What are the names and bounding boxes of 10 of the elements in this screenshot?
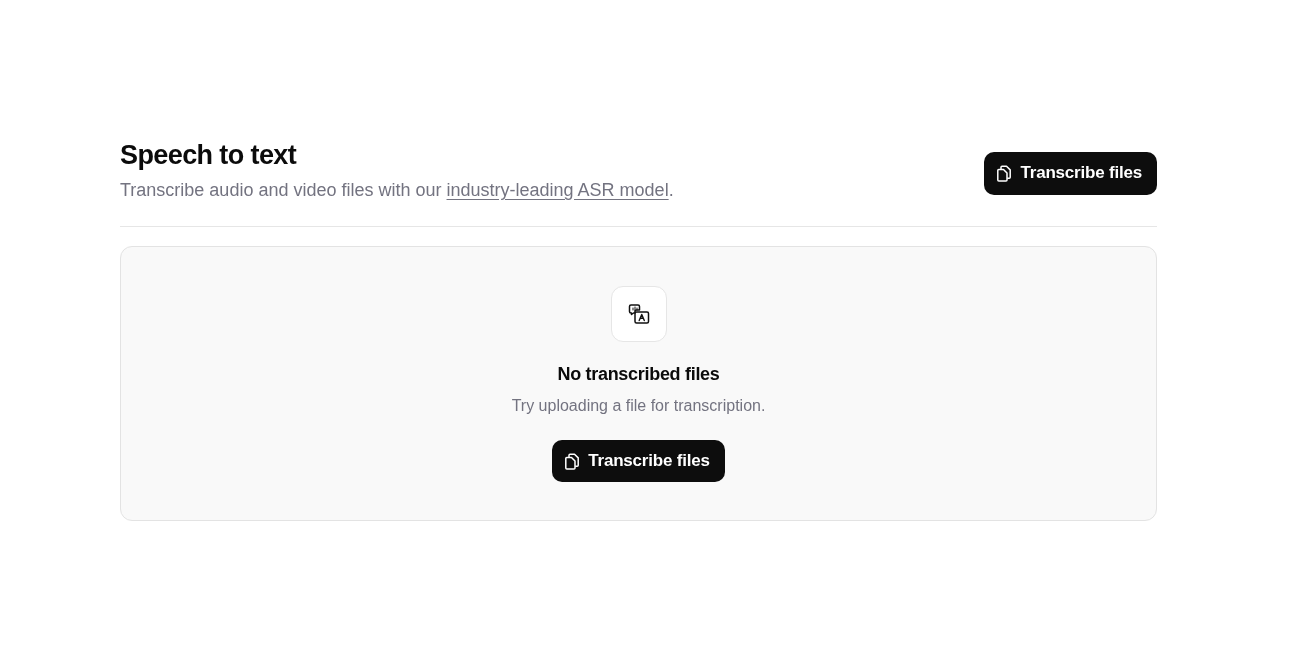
transcribe-files-button[interactable]: Transcribe files [984,151,1157,195]
model-link[interactable]: industry-leading ASR model [446,180,669,200]
empty-state-description: Try uploading a file for transcription. [511,396,766,416]
copy-icon [564,452,581,470]
page-title: Speech to text [120,139,298,172]
copy-icon [996,164,1013,182]
translate-icon [610,286,667,342]
transcribe-files-button[interactable]: Transcribe files [552,440,725,482]
page-subtitle: Transcribe audio and video files with our industry-leading ASR model. [120,179,674,202]
empty-state-title: No transcribed files [557,363,720,386]
